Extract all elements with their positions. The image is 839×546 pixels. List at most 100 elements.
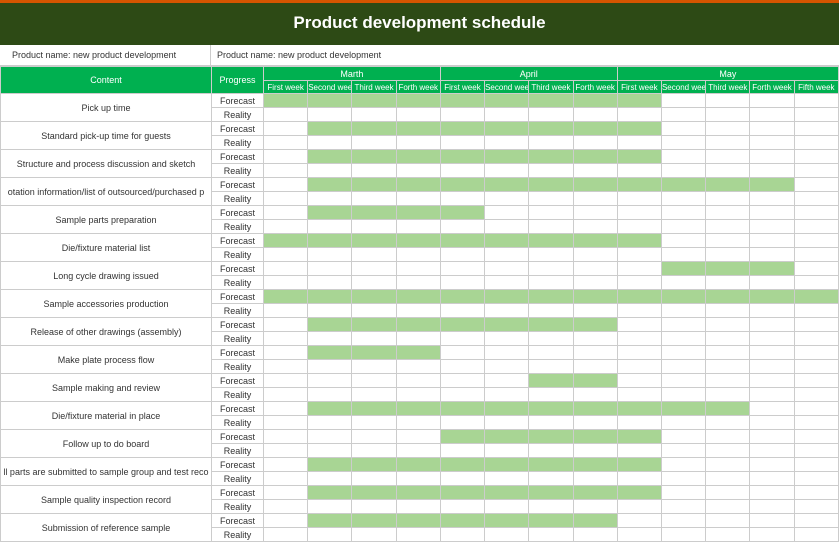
gantt-cell — [794, 430, 838, 444]
gantt-cell — [308, 192, 352, 206]
gantt-cell — [661, 360, 705, 374]
row-reality: Reality — [212, 528, 264, 542]
gantt-cell — [706, 122, 750, 136]
gantt-cell — [396, 136, 440, 150]
gantt-cell — [529, 458, 573, 472]
task-name: Make plate process flow — [1, 346, 212, 374]
gantt-cell — [352, 262, 396, 276]
gantt-cell — [308, 206, 352, 220]
gantt-cell — [308, 416, 352, 430]
gantt-cell — [264, 122, 308, 136]
gantt-cell — [617, 262, 661, 276]
gantt-cell — [529, 192, 573, 206]
gantt-cell — [750, 374, 794, 388]
gantt-cell — [661, 500, 705, 514]
gantt-cell — [440, 220, 484, 234]
gantt-cell — [617, 346, 661, 360]
task-name: otation information/list of outsourced/p… — [1, 178, 212, 206]
gantt-cell — [706, 178, 750, 192]
gantt-cell — [529, 374, 573, 388]
row-forecast: Forecast — [212, 206, 264, 220]
gantt-cell — [706, 248, 750, 262]
row-forecast: Forecast — [212, 290, 264, 304]
gantt-cell — [440, 416, 484, 430]
gantt-cell — [706, 514, 750, 528]
gantt-cell — [617, 472, 661, 486]
gantt-cell — [750, 94, 794, 108]
gantt-cell — [661, 164, 705, 178]
gantt-cell — [485, 94, 529, 108]
gantt-cell — [308, 178, 352, 192]
row-forecast: Forecast — [212, 402, 264, 416]
gantt-cell — [440, 150, 484, 164]
gantt-cell — [750, 472, 794, 486]
gantt-cell — [794, 122, 838, 136]
row-reality: Reality — [212, 472, 264, 486]
row-forecast: Forecast — [212, 430, 264, 444]
task-name: Structure and process discussion and ske… — [1, 150, 212, 178]
gantt-cell — [440, 136, 484, 150]
gantt-cell — [264, 430, 308, 444]
gantt-cell — [264, 248, 308, 262]
gantt-cell — [750, 150, 794, 164]
gantt-cell — [617, 500, 661, 514]
gantt-cell — [794, 416, 838, 430]
gantt-cell — [440, 444, 484, 458]
gantt-cell — [264, 108, 308, 122]
gantt-cell — [352, 150, 396, 164]
gantt-cell — [440, 486, 484, 500]
gantt-cell — [308, 472, 352, 486]
gantt-cell — [308, 136, 352, 150]
row-forecast: Forecast — [212, 458, 264, 472]
gantt-cell — [573, 318, 617, 332]
gantt-cell — [308, 318, 352, 332]
gantt-cell — [661, 318, 705, 332]
gantt-cell — [352, 444, 396, 458]
row-forecast: Forecast — [212, 346, 264, 360]
gantt-cell — [529, 276, 573, 290]
gantt-cell — [529, 94, 573, 108]
gantt-cell — [529, 360, 573, 374]
gantt-cell — [529, 500, 573, 514]
row-reality: Reality — [212, 108, 264, 122]
gantt-cell — [573, 234, 617, 248]
gantt-cell — [396, 416, 440, 430]
gantt-cell — [573, 290, 617, 304]
gantt-cell — [352, 290, 396, 304]
gantt-cell — [352, 402, 396, 416]
header-month-0: Marth — [264, 67, 441, 81]
gantt-cell — [794, 276, 838, 290]
gantt-cell — [794, 248, 838, 262]
gantt-cell — [529, 318, 573, 332]
gantt-cell — [617, 458, 661, 472]
row-reality: Reality — [212, 500, 264, 514]
gantt-cell — [617, 374, 661, 388]
gantt-cell — [440, 430, 484, 444]
gantt-cell — [485, 122, 529, 136]
gantt-cell — [440, 472, 484, 486]
gantt-cell — [617, 150, 661, 164]
gantt-cell — [661, 122, 705, 136]
gantt-cell — [308, 458, 352, 472]
gantt-cell — [750, 346, 794, 360]
gantt-cell — [529, 248, 573, 262]
gantt-cell — [529, 304, 573, 318]
gantt-cell — [573, 416, 617, 430]
gantt-cell — [485, 164, 529, 178]
gantt-cell — [485, 374, 529, 388]
task-name: Die/fixture material list — [1, 234, 212, 262]
gantt-cell — [794, 192, 838, 206]
gantt-cell — [617, 276, 661, 290]
gantt-cell — [573, 374, 617, 388]
gantt-cell — [617, 248, 661, 262]
gantt-cell — [396, 318, 440, 332]
gantt-cell — [706, 136, 750, 150]
gantt-cell — [794, 220, 838, 234]
gantt-cell — [485, 150, 529, 164]
gantt-cell — [485, 304, 529, 318]
gantt-cell — [485, 458, 529, 472]
gantt-cell — [794, 458, 838, 472]
gantt-cell — [750, 388, 794, 402]
gantt-cell — [573, 514, 617, 528]
gantt-cell — [750, 108, 794, 122]
